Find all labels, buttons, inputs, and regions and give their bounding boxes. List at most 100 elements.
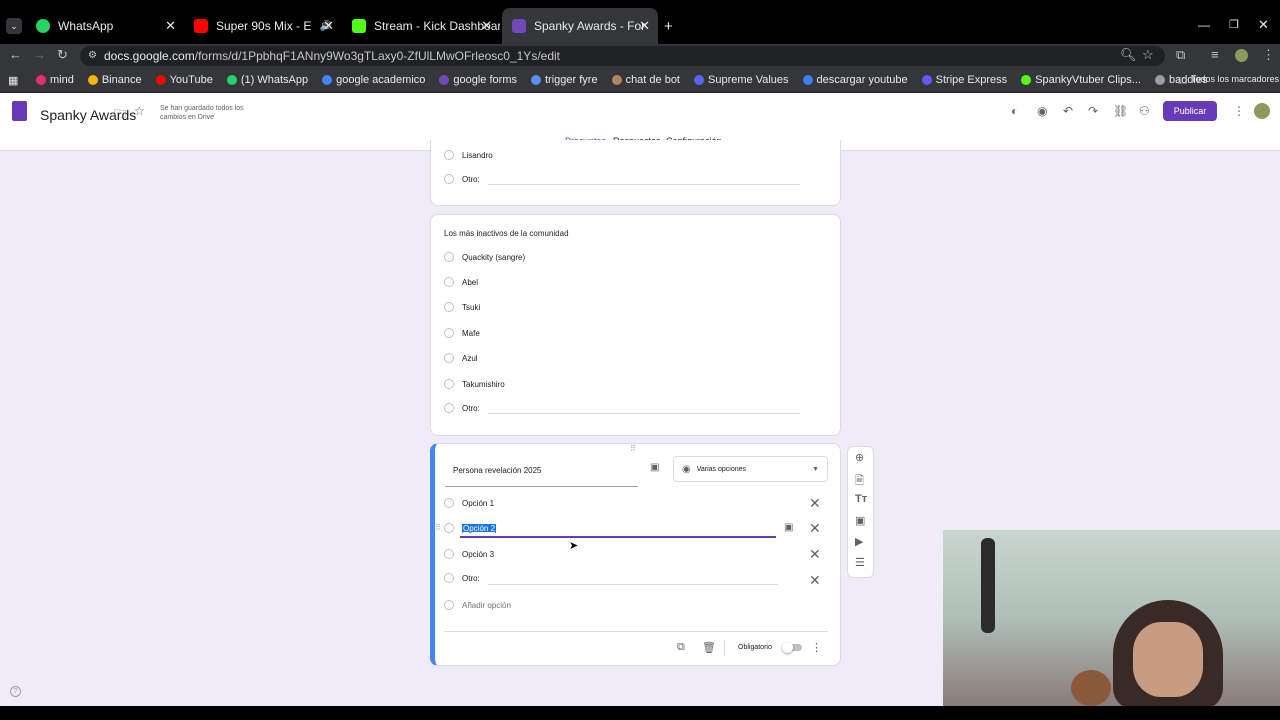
- delete-trash-icon[interactable]: 🗑: [702, 641, 716, 654]
- add-option-button[interactable]: Añadir opción: [444, 600, 511, 610]
- redo-icon[interactable]: ↷: [1088, 104, 1098, 118]
- google-forms-icon: [512, 19, 526, 33]
- palette-icon[interactable]: ◐: [1011, 104, 1018, 118]
- option-drag-handle-icon[interactable]: ⠿: [435, 523, 441, 532]
- option-input-underline: [460, 536, 776, 538]
- forward-arrow-icon[interactable]: →: [33, 47, 46, 62]
- radio-option[interactable]: Lisandro: [444, 150, 493, 160]
- radio-option[interactable]: Abel: [444, 277, 478, 287]
- bookmark-star-icon[interactable]: ☆: [1142, 47, 1154, 63]
- close-tab-icon[interactable]: ✕: [639, 18, 650, 34]
- close-tab-icon[interactable]: ✕: [481, 18, 492, 34]
- zoom-icon[interactable]: 🔍︎: [1120, 47, 1137, 63]
- bookmark-item[interactable]: trigger fyre: [530, 74, 598, 86]
- close-tab-icon[interactable]: ✕: [165, 18, 176, 34]
- radio-option[interactable]: Azul: [444, 353, 478, 363]
- bookmark-item[interactable]: Supreme Values: [694, 74, 789, 86]
- drag-handle-icon[interactable]: ⠿: [630, 444, 636, 453]
- radio-option[interactable]: Takumishiro: [444, 379, 505, 389]
- remove-option-icon[interactable]: ✕: [809, 546, 821, 563]
- add-image-icon[interactable]: ▣: [784, 522, 793, 533]
- browser-tab-forms[interactable]: Spanky Awards - Formularios de ✕: [502, 8, 658, 44]
- add-video-icon[interactable]: ▶: [855, 535, 863, 548]
- add-image-icon[interactable]: ▣: [855, 514, 865, 527]
- radio-circle: [444, 353, 454, 363]
- duplicate-icon[interactable]: ⧉: [677, 641, 685, 654]
- link-icon[interactable]: ⛓: [1113, 104, 1128, 118]
- question-card[interactable]: [430, 214, 841, 436]
- site-info-icon[interactable]: ⚙: [88, 50, 97, 61]
- more-options-icon[interactable]: ⋮: [1233, 104, 1245, 118]
- new-tab-button[interactable]: +: [664, 18, 673, 35]
- tab-title: WhatsApp: [58, 19, 114, 33]
- remove-option-icon[interactable]: ✕: [809, 572, 821, 589]
- remove-option-icon[interactable]: ✕: [809, 520, 821, 537]
- more-options-icon[interactable]: ⋮: [811, 641, 822, 654]
- radio-option[interactable]: Opción 3: [444, 549, 494, 559]
- question-title-input[interactable]: Persona revelación 2025: [453, 466, 542, 475]
- bookmark-item[interactable]: Stripe Express: [921, 74, 1007, 86]
- star-icon[interactable]: ☆: [134, 104, 145, 118]
- bookmark-item[interactable]: google forms: [439, 74, 517, 86]
- remove-option-icon[interactable]: ✕: [809, 495, 821, 512]
- radio-circle: [444, 302, 454, 312]
- bookmark-item[interactable]: google academico: [322, 74, 425, 86]
- radio-option[interactable]: Opción 1: [444, 498, 494, 508]
- extensions-icon[interactable]: ⧉: [1176, 47, 1185, 63]
- browser-tab-kick[interactable]: Stream - Kick Dashboard ✕: [342, 8, 500, 44]
- radio-option[interactable]: Mafe: [444, 328, 480, 338]
- add-collaborator-icon[interactable]: ⚇: [1139, 104, 1150, 118]
- account-avatar[interactable]: [1254, 103, 1270, 119]
- undo-icon[interactable]: ↶: [1063, 104, 1073, 118]
- address-bar[interactable]: docs.google.com /forms/d/1PpbhqF1ANny9Wo…: [80, 46, 1165, 66]
- bookmark-favicon-icon: [1021, 75, 1032, 85]
- bookmark-label: SpankyVtuber Clips...: [1035, 74, 1141, 86]
- help-icon[interactable]: ?: [10, 686, 21, 697]
- media-controls-icon[interactable]: ≡: [1211, 47, 1219, 62]
- radio-option[interactable]: Tsuki: [444, 302, 480, 312]
- add-question-icon[interactable]: ⊕: [855, 451, 864, 464]
- bookmark-favicon-icon: [87, 75, 98, 85]
- apps-grid-icon[interactable]: ▦: [8, 74, 18, 87]
- close-window-button[interactable]: ✕: [1258, 17, 1269, 33]
- tab-search-button[interactable]: ⌄: [6, 18, 22, 34]
- bookmark-item[interactable]: Binance: [87, 74, 142, 86]
- bookmark-item[interactable]: YouTube: [155, 74, 213, 86]
- add-section-icon[interactable]: ☰: [855, 556, 865, 569]
- browser-menu-icon[interactable]: ⋮: [1262, 47, 1275, 63]
- close-tab-icon[interactable]: ✕: [323, 18, 334, 34]
- move-to-folder-icon[interactable]: 🗀: [114, 105, 126, 126]
- profile-avatar[interactable]: [1235, 49, 1248, 62]
- all-bookmarks-folder[interactable]: 🗀 Todos los marcadores: [1178, 74, 1279, 90]
- bookmark-item[interactable]: (1) WhatsApp: [226, 74, 308, 86]
- required-toggle[interactable]: [782, 642, 802, 653]
- tab-title: Spanky Awards - Formularios de: [534, 19, 646, 33]
- google-forms-logo-icon[interactable]: [12, 101, 27, 121]
- add-title-text-icon[interactable]: Tт: [855, 493, 867, 505]
- back-arrow-icon[interactable]: ←: [9, 47, 22, 62]
- bookmark-item[interactable]: chat de bot: [611, 74, 680, 86]
- reload-icon[interactable]: ↻: [57, 47, 68, 63]
- bookmark-item[interactable]: mind: [36, 74, 74, 86]
- restore-window-button[interactable]: ❐: [1229, 18, 1239, 31]
- publish-button[interactable]: Publicar: [1163, 101, 1217, 121]
- bookmark-favicon-icon: [1154, 75, 1165, 85]
- bookmark-favicon-icon: [439, 75, 450, 85]
- bookmark-item[interactable]: descargar youtube: [802, 74, 908, 86]
- radio-option-editing[interactable]: Opción 2: [444, 523, 497, 533]
- import-questions-icon[interactable]: 🗎: [855, 472, 864, 491]
- radio-circle: [444, 150, 454, 160]
- option-label-input[interactable]: Opción 2: [462, 523, 497, 533]
- option-label: Azul: [462, 353, 478, 363]
- bookmark-item[interactable]: SpankyVtuber Clips...: [1021, 74, 1141, 86]
- question-type-select[interactable]: ◉ Varias opciones ▼: [673, 456, 828, 482]
- browser-tab-youtube[interactable]: Super 90s Mix - Eurodance 🔊 ✕: [184, 8, 342, 44]
- radio-option-other[interactable]: Otro:: [444, 573, 480, 583]
- preview-eye-icon[interactable]: ◉: [1037, 104, 1047, 118]
- radio-option[interactable]: Quackity (sangre): [444, 252, 525, 262]
- add-image-icon[interactable]: ▣: [650, 462, 659, 473]
- minimize-window-button[interactable]: —: [1198, 18, 1210, 32]
- radio-option-other[interactable]: Otro:: [444, 174, 480, 184]
- radio-option-other[interactable]: Otro:: [444, 403, 480, 413]
- browser-tab-whatsapp[interactable]: WhatsApp ✕: [26, 8, 184, 44]
